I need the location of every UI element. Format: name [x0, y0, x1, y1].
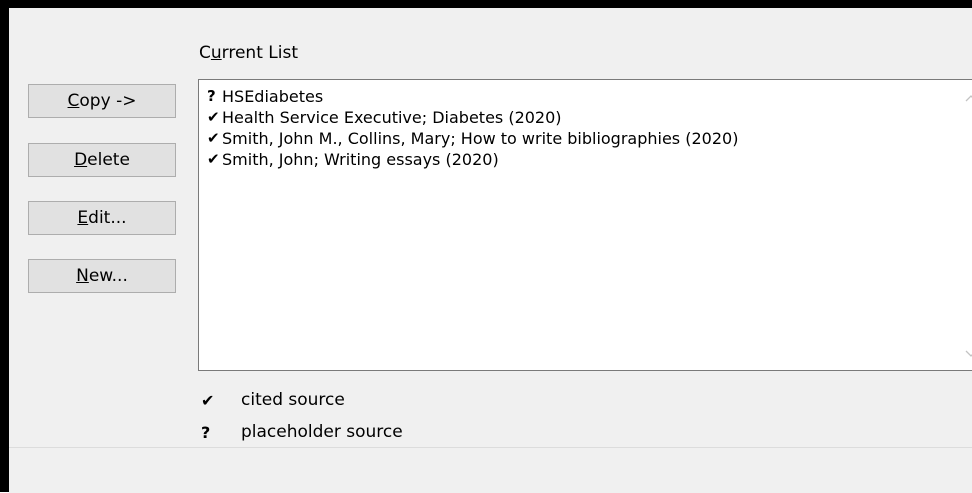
chevron-up-icon[interactable]	[965, 92, 972, 104]
copy-button[interactable]: Copy ->	[28, 84, 176, 118]
legend-placeholder-label: placeholder source	[241, 422, 403, 442]
current-list-box[interactable]: ? HSEdiabetes ✔ Health Service Executive…	[198, 79, 972, 371]
list-scrollbar[interactable]	[962, 80, 972, 370]
placeholder-mark-icon: ?	[201, 422, 211, 442]
list-item-text: Health Service Executive; Diabetes (2020…	[222, 108, 562, 127]
legend-cited-label: cited source	[241, 390, 345, 410]
list-item-text: Smith, John; Writing essays (2020)	[222, 150, 499, 169]
legend-cited: ✔ cited source	[201, 384, 403, 416]
list-item[interactable]: ✔ Health Service Executive; Diabetes (20…	[207, 107, 738, 128]
chevron-up-icon-glyph	[965, 95, 972, 102]
list-item-text: Smith, John M., Collins, Mary; How to wr…	[222, 129, 739, 148]
list-item[interactable]: ? HSEdiabetes	[207, 86, 738, 107]
delete-button[interactable]: Delete	[28, 143, 176, 177]
check-mark-icon: ✔	[207, 129, 220, 147]
list-item[interactable]: ✔ Smith, John M., Collins, Mary; How to …	[207, 128, 738, 149]
check-mark-icon: ✔	[207, 150, 220, 168]
check-mark-icon: ✔	[207, 108, 220, 126]
placeholder-mark-icon: ?	[207, 87, 216, 105]
list-item[interactable]: ✔ Smith, John; Writing essays (2020)	[207, 149, 738, 170]
list-item-text: HSEdiabetes	[222, 87, 324, 106]
dialog-footer	[9, 447, 972, 493]
new-button[interactable]: New...	[28, 259, 176, 293]
chevron-down-icon[interactable]	[965, 348, 972, 360]
current-list-label: Current List	[199, 43, 298, 63]
check-mark-icon: ✔	[201, 390, 215, 410]
chevron-down-icon-glyph	[965, 350, 972, 357]
edit-button[interactable]: Edit...	[28, 201, 176, 235]
source-list: ? HSEdiabetes ✔ Health Service Executive…	[207, 86, 738, 170]
legend: ✔ cited source ? placeholder source	[201, 384, 403, 448]
source-manager-dialog: Current List Copy -> Delete Edit... New.…	[0, 0, 972, 492]
legend-placeholder: ? placeholder source	[201, 416, 403, 448]
